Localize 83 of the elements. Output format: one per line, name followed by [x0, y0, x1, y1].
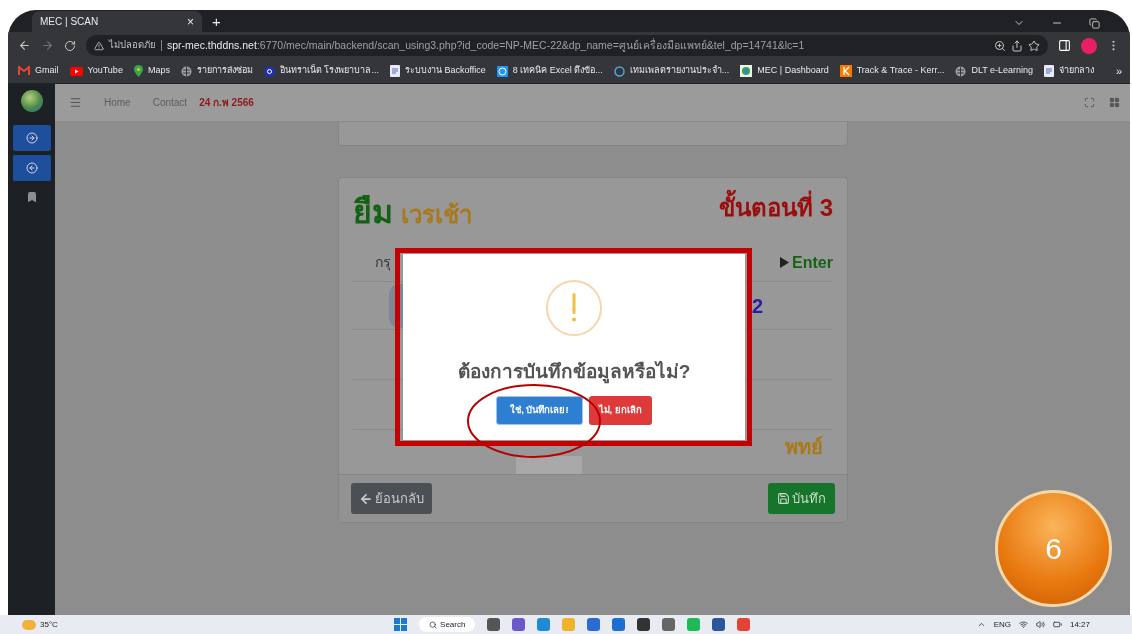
volume-icon[interactable]: [1035, 620, 1045, 629]
bookmark-item[interactable]: MEC | Dashboard: [740, 64, 829, 78]
close-tab-button[interactable]: ×: [187, 15, 194, 28]
address-field[interactable]: ไม่ปลอดภัย spr-mec.thddns.net:6770/mec/main/backend/scan_using3.php?id_code=NP-MEC-22&dp_name=ศูนย์เครื่องมือแพทย์&tel_dp=14741&lc=1: [86, 35, 1048, 56]
taskbar-app-icon[interactable]: [712, 618, 726, 631]
battery-icon[interactable]: [1052, 620, 1062, 629]
windows-start-icon[interactable]: [394, 618, 408, 631]
zoom-icon[interactable]: [994, 39, 1006, 52]
security-label: ไม่ปลอดภัย: [109, 38, 156, 53]
new-tab-button[interactable]: +: [212, 14, 221, 29]
clock-text: 14:27: [1069, 618, 1090, 631]
weather-icon: [22, 619, 36, 630]
bookmark-item[interactable]: เทมเพลตรายงานประจำ...: [613, 64, 730, 78]
bookmark-item[interactable]: จ่ายกลาง: [1044, 64, 1095, 78]
forward-icon[interactable]: [41, 39, 54, 52]
bookmark-item[interactable]: YouTube: [69, 64, 123, 78]
dialog-message: ต้องการบันทึกข้อมูลหรือไม่?: [457, 360, 691, 386]
globe-logo-icon: [20, 90, 43, 112]
taskbar-app-icon[interactable]: [662, 618, 676, 631]
restore-icon[interactable]: [1089, 17, 1100, 29]
title-text: ยืม: [353, 193, 393, 232]
bookmark-item[interactable]: Maps: [133, 64, 170, 78]
department-text: พทย์: [785, 435, 823, 460]
ring-icon: [613, 65, 625, 77]
date-label: 24 ก.พ 2566: [199, 96, 254, 110]
bookmark-item[interactable]: ระบบงาน Backoffice: [389, 64, 486, 78]
shift-label: เวรเช้า: [401, 200, 472, 230]
back-button[interactable]: ย้อนกลับ: [351, 483, 432, 514]
profile-avatar[interactable]: [1081, 37, 1097, 54]
cancel-button[interactable]: ไม่, ยกเลิก: [588, 395, 652, 425]
mail-icon: [18, 66, 30, 76]
bookmark-item[interactable]: Gmail: [18, 64, 59, 78]
page-icon: [1044, 65, 1055, 77]
bookmark-item[interactable]: Track & Trace - Kerr...: [839, 64, 945, 78]
step-label: ขั้นตอนที่ 3: [719, 190, 833, 226]
back-icon[interactable]: [18, 39, 31, 52]
browser-tab[interactable]: MEC | SCAN ×: [32, 11, 202, 32]
prompt-text: กรุ: [375, 253, 391, 273]
wifi-icon[interactable]: [1018, 620, 1028, 629]
side-panel-icon[interactable]: [1058, 39, 1071, 52]
dashboard-icon: [740, 65, 753, 77]
taskbar-app-icon[interactable]: [512, 618, 526, 631]
play-icon: [69, 66, 83, 76]
save-icon: [777, 492, 790, 505]
bookmark-item[interactable]: อินทราเน็ต โรงพยาบาล...: [263, 64, 379, 78]
search-icon: [429, 620, 438, 629]
back-nav-button[interactable]: [12, 155, 51, 181]
w-logo-icon: [496, 65, 508, 77]
taskbar-search[interactable]: Search: [419, 617, 476, 632]
bookmark-item[interactable]: รายการส่งซ่อม: [180, 64, 253, 78]
code-text: 2: [751, 293, 763, 319]
share-icon[interactable]: [1011, 39, 1023, 52]
play-arrow-icon: [780, 257, 790, 268]
globe-icon: [955, 65, 967, 77]
input-stub: [516, 456, 582, 474]
url-text: spr-mec.thddns.net:6770/mec/main/backend/scan_using3.php?id_code=NP-MEC-22&dp_name=ศูนย์เครื่องมือแพทย์&tel_dp=14741&lc=1: [167, 37, 805, 54]
bookmark-item[interactable]: 8 เทคนิค Excel ดึงข้อ...: [496, 64, 603, 78]
menu-icon[interactable]: [69, 96, 82, 109]
map-pin-icon: [133, 65, 143, 77]
taskbar-app-icon[interactable]: [487, 618, 501, 631]
forward-nav-button[interactable]: [12, 125, 51, 151]
temperature-text: 35°C: [40, 618, 58, 631]
grid-icon[interactable]: [1109, 97, 1120, 108]
bookmarks-overflow[interactable]: »: [1116, 62, 1123, 80]
reload-icon[interactable]: [64, 39, 76, 52]
bookmark-item[interactable]: DLT e-Learning: [955, 64, 1034, 78]
globe-icon: [180, 65, 192, 77]
taskbar-app-icon[interactable]: [637, 618, 651, 631]
tab-title: MEC | SCAN: [40, 15, 100, 29]
badge-icon: [263, 65, 275, 77]
save-button[interactable]: บันทึก: [768, 483, 835, 514]
arrow-right-icon: [25, 132, 38, 144]
warning-icon: [94, 40, 104, 51]
enter-hint: Enter: [792, 252, 833, 273]
confirm-button[interactable]: ใช่, บันทึกเลย!: [496, 395, 583, 425]
arrow-left-icon: [25, 162, 38, 174]
bookmark-icon[interactable]: [25, 191, 38, 203]
chevron-up-icon[interactable]: [976, 620, 986, 629]
bookmark-star-icon[interactable]: [1028, 39, 1040, 52]
exclamation-icon: [546, 280, 602, 336]
language-indicator[interactable]: ENG: [993, 618, 1011, 631]
page-icon: [389, 65, 400, 77]
k-logo-icon: [839, 65, 852, 77]
